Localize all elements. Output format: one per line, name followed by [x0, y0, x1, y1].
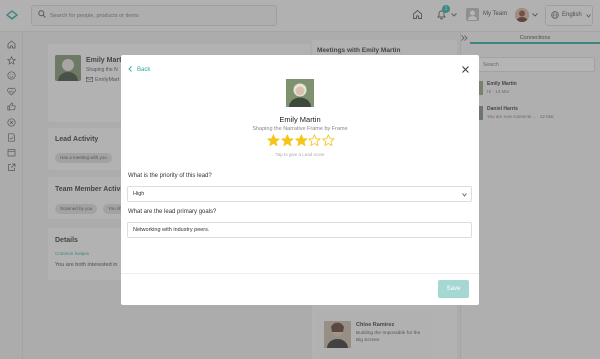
- chevron-left-icon: [128, 66, 132, 72]
- star-filled-icon[interactable]: [267, 134, 280, 147]
- back-button[interactable]: Back: [128, 66, 150, 73]
- priority-select[interactable]: High: [127, 186, 472, 202]
- star-filled-icon[interactable]: [294, 134, 308, 147]
- star-rating: [267, 134, 335, 148]
- modal-divider: [121, 273, 479, 274]
- lead-score-modal: Back Emily Martin Shaping the Narrative …: [121, 55, 479, 305]
- star-empty-icon[interactable]: [322, 134, 335, 147]
- goals-question: What are the lead primary goals?: [128, 209, 217, 215]
- priority-value: High: [133, 191, 145, 197]
- star-empty-icon[interactable]: [308, 134, 321, 147]
- lead-photo: [286, 79, 314, 107]
- save-button[interactable]: Save: [438, 280, 469, 298]
- chevron-down-icon: [462, 193, 467, 197]
- star-filled-icon[interactable]: [281, 134, 294, 147]
- priority-question: What is the priority of this lead?: [128, 173, 212, 179]
- rating-hint: Tap to give a Lead score: [275, 152, 325, 157]
- close-icon[interactable]: [462, 66, 469, 73]
- lead-tagline: Shaping the Narrative Frame by Frame: [252, 126, 348, 132]
- lead-name: Emily Martin: [279, 115, 321, 124]
- goals-field[interactable]: [127, 222, 472, 238]
